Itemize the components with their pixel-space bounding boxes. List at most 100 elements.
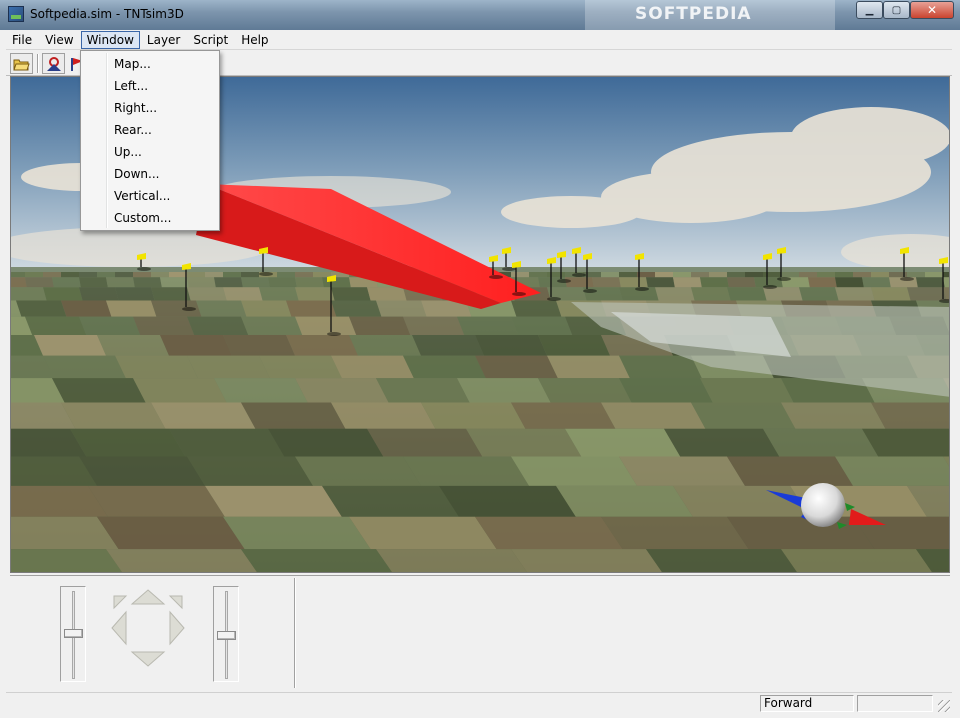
field-patch <box>655 272 673 278</box>
field-patch <box>43 272 61 278</box>
field-patch <box>781 549 932 572</box>
field-patch <box>79 287 119 301</box>
status-panel-2 <box>857 695 933 712</box>
status-direction: Forward <box>760 695 854 712</box>
window-title: Softpedia.sim - TNTsim3D <box>30 7 184 21</box>
field-patch <box>322 485 459 517</box>
menu-item-right[interactable]: Right... <box>81 97 219 119</box>
menu-item-up[interactable]: Up... <box>81 141 219 163</box>
menu-help[interactable]: Help <box>235 31 274 49</box>
field-patch <box>412 335 484 356</box>
field-patch <box>295 456 421 486</box>
field-patch <box>691 287 731 301</box>
menu-item-vertical[interactable]: Vertical... <box>81 185 219 207</box>
arrow-up-left-icon[interactable] <box>113 595 128 610</box>
flag-shadow <box>557 279 571 283</box>
field-patch <box>592 277 621 288</box>
menu-script[interactable]: Script <box>187 31 234 49</box>
minimize-button[interactable]: ▁ <box>856 1 883 19</box>
field-patch <box>529 272 547 278</box>
maximize-icon: ▢ <box>891 4 902 16</box>
menu-file[interactable]: File <box>6 31 38 49</box>
field-patch <box>763 272 781 278</box>
field-patch <box>331 287 371 301</box>
field-patch <box>133 272 151 278</box>
menu-item-down[interactable]: Down... <box>81 163 219 185</box>
field-patch <box>457 378 551 403</box>
slider-thumb[interactable] <box>217 631 236 640</box>
slider-thumb[interactable] <box>64 629 83 638</box>
field-patch <box>88 485 225 517</box>
field-patch <box>673 277 702 288</box>
menu-view[interactable]: View <box>39 31 79 49</box>
field-patch <box>511 402 616 429</box>
field-patch <box>115 355 198 379</box>
status-bar: Forward <box>6 692 952 714</box>
field-patch <box>295 287 335 301</box>
field-patch <box>439 485 576 517</box>
field-patch <box>727 456 853 486</box>
field-patch <box>52 378 146 403</box>
arrow-up-icon[interactable] <box>130 589 166 605</box>
field-patch <box>106 300 157 317</box>
field-patch <box>259 355 342 379</box>
title-bar[interactable]: Softpedia.sim - TNTsim3D SOFTPEDIA ▁ ▢ ✕ <box>0 0 960 30</box>
field-patch <box>61 402 166 429</box>
arrow-down-icon[interactable] <box>130 651 166 667</box>
field-patch <box>151 402 256 429</box>
field-patch <box>259 287 299 301</box>
field-patch <box>25 316 87 336</box>
field-patch <box>11 287 47 301</box>
field-patch <box>475 355 558 379</box>
flag-shadow <box>259 272 273 276</box>
field-patch <box>565 428 681 457</box>
close-button[interactable]: ✕ <box>910 1 954 19</box>
menu-item-rear[interactable]: Rear... <box>81 119 219 141</box>
field-patch <box>646 277 675 288</box>
field-patch <box>457 316 519 336</box>
menu-window[interactable]: Window <box>80 30 140 49</box>
field-patch <box>205 485 342 517</box>
field-patch <box>133 277 162 288</box>
field-patch <box>79 272 97 278</box>
field-patch <box>781 272 799 278</box>
field-patch <box>835 287 875 301</box>
field-patch <box>160 277 189 288</box>
arrow-left-icon[interactable] <box>111 610 127 646</box>
field-patch <box>619 272 637 278</box>
close-icon: ✕ <box>926 3 938 17</box>
altitude-slider[interactable] <box>60 586 86 682</box>
maximize-button[interactable]: ▢ <box>883 1 910 19</box>
field-patch <box>160 335 232 356</box>
app-icon[interactable] <box>8 6 24 22</box>
menu-item-custom[interactable]: Custom... <box>81 207 219 229</box>
field-patch <box>691 402 796 429</box>
resize-grip-icon[interactable] <box>938 700 950 712</box>
field-patch <box>781 402 886 429</box>
speed-slider[interactable] <box>213 586 239 682</box>
field-patch <box>169 272 187 278</box>
open-button[interactable] <box>10 53 33 74</box>
field-patch <box>349 516 497 550</box>
field-patch <box>115 287 155 301</box>
arrow-right-icon[interactable] <box>169 610 185 646</box>
field-patch <box>115 272 133 278</box>
field-patch <box>511 456 637 486</box>
camera-button[interactable] <box>42 53 65 74</box>
field-patch <box>376 549 527 572</box>
field-patch <box>187 316 249 336</box>
field-patch <box>79 456 205 486</box>
menu-item-map[interactable]: Map... <box>81 53 219 75</box>
menu-item-left[interactable]: Left... <box>81 75 219 97</box>
field-patch <box>871 272 889 278</box>
flag-shadow <box>777 277 791 281</box>
field-patch <box>241 549 392 572</box>
arrow-up-right-icon[interactable] <box>168 595 183 610</box>
field-patch <box>475 335 547 356</box>
field-patch <box>295 378 389 403</box>
field-patch <box>331 402 436 429</box>
field-patch <box>187 277 216 288</box>
menu-layer[interactable]: Layer <box>141 31 186 49</box>
field-patch <box>538 378 632 403</box>
flag-shadow <box>512 292 526 296</box>
